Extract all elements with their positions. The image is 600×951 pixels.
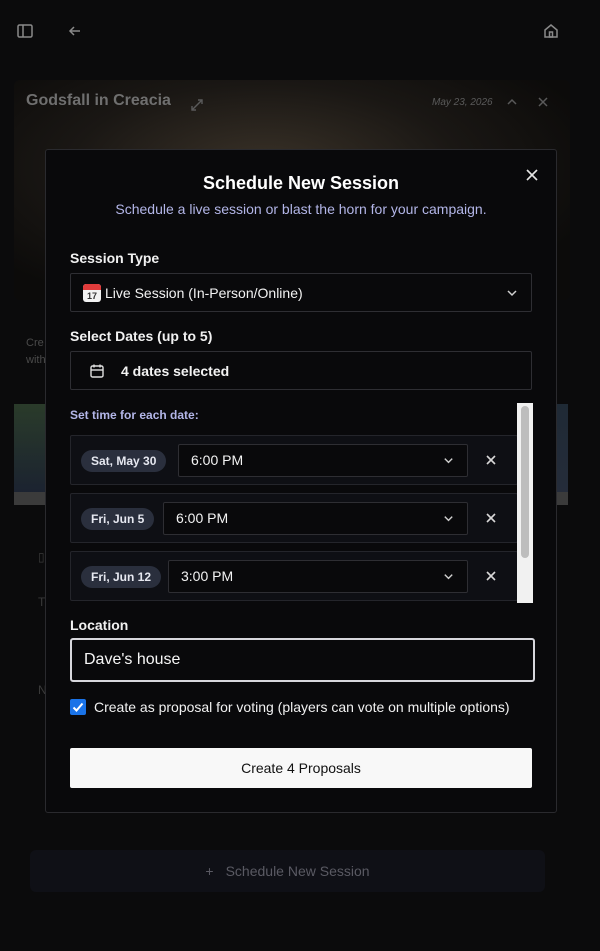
chevron-down-icon (444, 574, 453, 580)
time-select[interactable]: 6:00 PM (178, 444, 468, 477)
session-type-value: Live Session (In-Person/Online) (105, 284, 303, 301)
calendar-icon (90, 364, 104, 378)
calendar-emoji-icon: 17 (83, 283, 101, 302)
home-icon[interactable] (542, 22, 560, 40)
date-time-row: Fri, Jun 12 3:00 PM (70, 551, 518, 601)
background-description: Cre with (26, 337, 46, 366)
time-select[interactable]: 6:00 PM (163, 502, 468, 535)
modal-subtitle: Schedule a live session or blast the hor… (115, 201, 487, 217)
modal-title: Schedule New Session (202, 173, 400, 193)
chevron-down-icon (444, 458, 453, 464)
date-pill: Fri, Jun 5 (81, 508, 155, 530)
background-icon: ▯ (38, 550, 45, 564)
checkmark-icon (72, 702, 84, 712)
date-time-list[interactable]: Sat, May 30 6:00 PM Fri, Jun 5 6:00 PM F… (70, 433, 518, 603)
proposal-checkbox[interactable] (70, 699, 86, 715)
create-proposals-button[interactable]: Create 4 Proposals (70, 748, 532, 788)
remove-date-icon[interactable] (484, 569, 498, 583)
select-dates-label: Select Dates (up to 5) (70, 328, 213, 344)
campaign-title: Godsfall in Creacia (26, 92, 171, 109)
background-progress (556, 492, 568, 505)
chevron-up-icon[interactable] (506, 96, 518, 108)
session-type-select[interactable]: 17 Live Session (In-Person/Online) (70, 273, 532, 312)
location-label: Location (70, 617, 129, 633)
date-pill: Sat, May 30 (81, 450, 167, 472)
time-select[interactable]: 3:00 PM (168, 560, 468, 593)
top-bar (0, 0, 600, 62)
date-time-row: Sat, May 30 6:00 PM (70, 435, 518, 485)
date-pill: Fri, Jun 12 (81, 566, 162, 588)
proposal-checkbox-label: Create as proposal for voting (players c… (94, 699, 510, 715)
date-time-row: Fri, Jun 5 6:00 PM (70, 493, 518, 543)
chevron-down-icon (444, 516, 453, 522)
close-icon[interactable] (537, 96, 549, 108)
sidebar-toggle-icon[interactable] (16, 22, 34, 40)
set-time-label: Set time for each date: (70, 408, 199, 422)
expand-icon[interactable] (190, 98, 204, 112)
back-arrow-icon[interactable] (66, 22, 84, 40)
remove-date-icon[interactable] (484, 453, 498, 467)
bg-schedule-session-button[interactable]: + Schedule New Session (30, 850, 545, 892)
date-picker-button[interactable]: 4 dates selected (70, 351, 532, 390)
session-type-label: Session Type (70, 250, 160, 266)
background-thumbnail (14, 404, 49, 494)
remove-date-icon[interactable] (484, 511, 498, 525)
location-input[interactable]: Dave's house (70, 638, 535, 682)
schedule-session-modal: Schedule New Session Schedule a live ses… (45, 149, 557, 813)
plus-icon: + (205, 863, 214, 879)
campaign-date: May 23, 2026 (432, 97, 493, 108)
scrollbar-thumb[interactable] (521, 406, 529, 558)
dates-selected-text: 4 dates selected (121, 362, 230, 379)
chevron-down-icon (507, 290, 517, 297)
background-progress (14, 492, 49, 505)
